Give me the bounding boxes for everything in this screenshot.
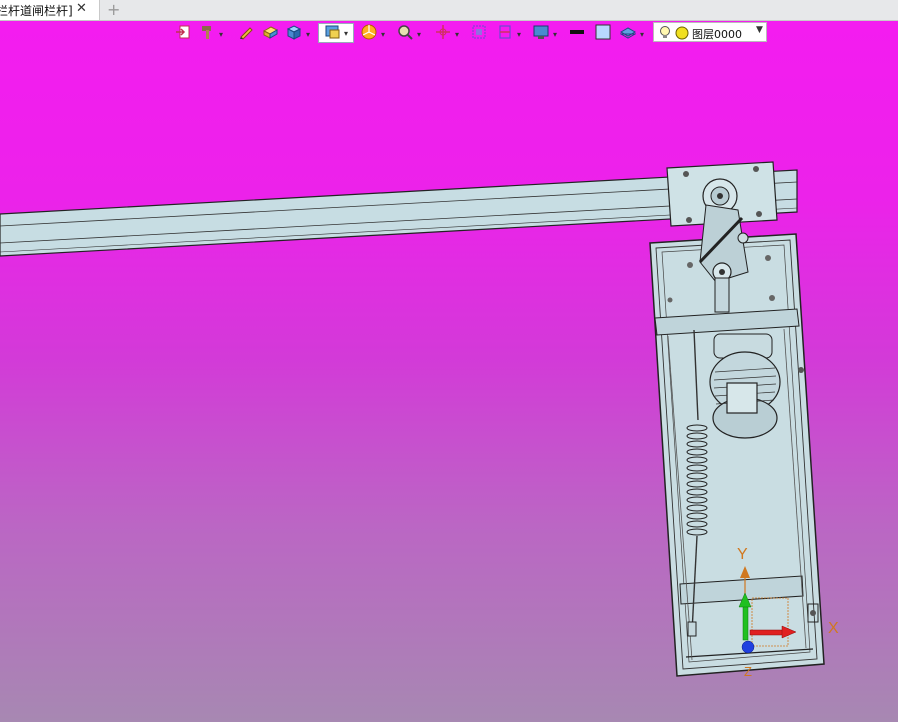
lightbulb-icon[interactable] — [659, 25, 671, 43]
chevron-down-icon[interactable]: ▾ — [640, 30, 644, 39]
yellow-dot-icon — [675, 26, 689, 43]
close-icon[interactable]: ✕ — [76, 1, 87, 16]
hammer-icon — [199, 24, 215, 43]
snap-button[interactable] — [434, 23, 452, 43]
section-view-button[interactable] — [496, 23, 514, 43]
chevron-down-icon[interactable]: ▾ — [455, 30, 459, 39]
axis-z-label: Z — [744, 664, 752, 679]
layer-button[interactable] — [619, 23, 637, 43]
zoom-button[interactable] — [396, 23, 414, 43]
axis-y-label: Y — [737, 546, 748, 563]
render-style-button[interactable] — [360, 23, 378, 43]
exit-sketch-button[interactable] — [174, 23, 192, 43]
chevron-down-icon[interactable]: ▾ — [219, 30, 223, 39]
barrier-cabinet[interactable] — [649, 204, 825, 677]
view-toolbar: ▾ ▾ ▾ ▾ ▾ ▾ ▾ ▾ ▾ 图层0000 ▼ — [0, 21, 898, 47]
view-orientation-icon — [324, 24, 342, 43]
zoom-icon — [397, 24, 413, 43]
display-icon — [533, 24, 549, 43]
chevron-down-icon[interactable]: ▾ — [417, 30, 421, 39]
section-view-icon — [497, 24, 513, 43]
pencil-icon — [238, 24, 254, 43]
new-tab-plus-icon[interactable]: + — [107, 0, 120, 19]
display-settings-button[interactable] — [532, 23, 550, 43]
blue-cube-icon — [286, 24, 302, 43]
fit-view-button[interactable] — [470, 23, 488, 43]
line-color-icon — [569, 24, 585, 43]
axis-x-label: X — [828, 620, 839, 637]
tool-button[interactable] — [198, 23, 216, 43]
sketch-button[interactable] — [237, 23, 255, 43]
exit-sketch-icon — [175, 24, 191, 43]
gate-barrier-model[interactable] — [0, 21, 898, 722]
chevron-down-icon: ▾ — [343, 28, 348, 38]
layer-icon — [619, 24, 637, 43]
snap-icon — [435, 24, 451, 43]
face-color-button[interactable] — [594, 23, 612, 43]
fit-view-icon — [471, 24, 487, 43]
chevron-down-icon[interactable]: ▼ — [756, 25, 763, 35]
face-color-icon — [595, 24, 611, 43]
render-style-icon — [361, 24, 377, 43]
solid-view-button[interactable] — [285, 23, 303, 43]
chevron-down-icon[interactable]: ▾ — [553, 30, 557, 39]
chevron-down-icon[interactable]: ▾ — [306, 30, 310, 39]
3d-viewport[interactable]: Y X Z — [0, 21, 898, 722]
layer-name: 图层0000 — [692, 28, 742, 41]
document-tab[interactable]: 栏杆道闸栏杆] ✕ — [0, 0, 100, 20]
document-tab-title: 栏杆道闸栏杆] — [0, 4, 73, 18]
chevron-down-icon[interactable]: ▾ — [517, 30, 521, 39]
line-color-button[interactable] — [568, 23, 586, 43]
chevron-down-icon[interactable]: ▾ — [381, 30, 385, 39]
yellow-box-icon — [262, 24, 279, 43]
extrude-button[interactable] — [261, 23, 279, 43]
document-tab-bar: 栏杆道闸栏杆] ✕ + — [0, 0, 898, 21]
view-orientation-button[interactable]: ▾ — [318, 23, 354, 43]
layer-selector[interactable]: 图层0000 ▼ — [653, 22, 767, 42]
